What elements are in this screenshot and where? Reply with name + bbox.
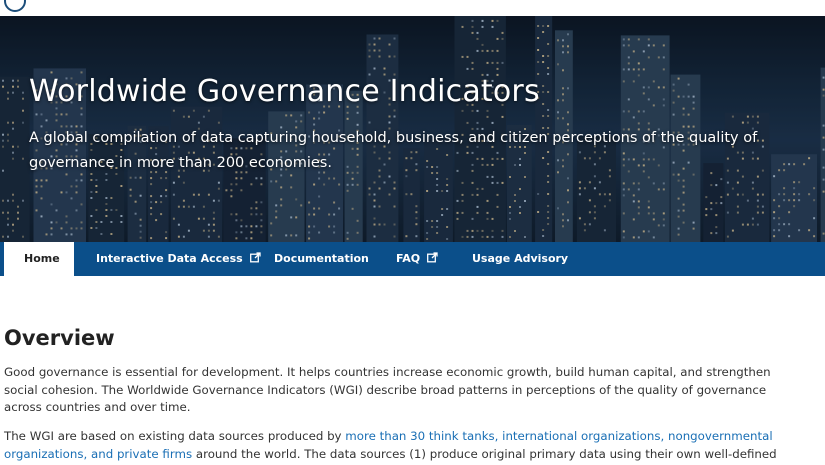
overview-heading: Overview (4, 326, 115, 350)
hero-subtitle: A global compilation of data capturing h… (29, 130, 758, 171)
overview-paragraph-2: The WGI are based on existing data sourc… (4, 428, 804, 463)
nav-tab-label: Documentation (274, 252, 369, 265)
nav-tab-documentation[interactable]: Documentation (274, 242, 369, 276)
nav-tab-faq[interactable]: FAQ (396, 242, 438, 276)
nav-tab-label: FAQ (396, 252, 421, 265)
nav-tab-label: Usage Advisory (472, 252, 569, 265)
hero-banner: Worldwide Governance Indicators A global… (0, 16, 825, 242)
overview-paragraph-1: Good governance is essential for develop… (4, 365, 771, 414)
paragraph-text: The WGI are based on existing data sourc… (4, 429, 346, 443)
top-strip (0, 0, 825, 16)
nav-tab-home[interactable]: Home (4, 242, 74, 276)
nav-tab-label: Home (24, 252, 60, 265)
paragraph-text: around the world. The data sources (1) p… (192, 446, 777, 461)
nav-tab-label: Interactive Data Access (96, 252, 243, 265)
logo-icon[interactable] (4, 0, 26, 12)
external-link-icon (427, 252, 438, 263)
hero-title: Worldwide Governance Indicators (29, 74, 540, 109)
main-nav: Home Interactive Data Access Documentati… (0, 242, 825, 276)
nav-tab-interactive-data-access[interactable]: Interactive Data Access (96, 242, 261, 276)
external-link-icon (249, 252, 261, 263)
nav-tab-usage-advisory[interactable]: Usage Advisory (472, 242, 568, 276)
